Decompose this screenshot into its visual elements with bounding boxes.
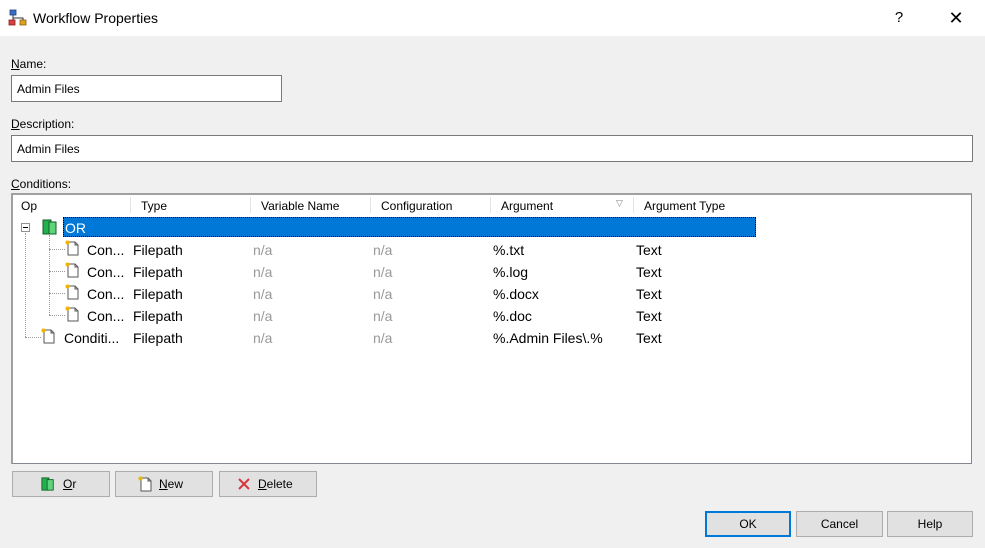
row-variable-name: n/a [253, 330, 273, 346]
row-type: Filepath [133, 264, 183, 280]
new-document-icon [65, 262, 79, 278]
tree-row-op: Con... [87, 242, 125, 258]
table-row[interactable]: Con... Filepath n/a n/a %.txt Text [13, 238, 971, 260]
conditions-label: Conditions: [11, 177, 72, 191]
cancel-button[interactable]: Cancel [796, 511, 883, 537]
workflow-icon [8, 9, 27, 26]
delete-x-icon [238, 478, 250, 490]
tree-row-op: Conditi... [64, 330, 120, 346]
row-argument-type: Text [636, 242, 662, 258]
description-field[interactable]: Admin Files [11, 135, 973, 162]
new-button-label: New [159, 477, 184, 491]
row-type: Filepath [133, 242, 183, 258]
row-configuration: n/a [373, 330, 393, 346]
tree-row-op: Con... [87, 264, 125, 280]
or-button-label: Or [63, 477, 77, 491]
row-configuration: n/a [373, 264, 393, 280]
row-argument: %.txt [493, 242, 525, 258]
delete-button[interactable]: Delete [219, 471, 317, 497]
row-type: Filepath [133, 286, 183, 302]
row-variable-name: n/a [253, 264, 273, 280]
new-document-icon [65, 240, 79, 256]
row-argument-type: Text [636, 308, 662, 324]
row-variable-name: n/a [253, 242, 273, 258]
help-button[interactable]: Help [887, 511, 973, 537]
tree-row-op: Con... [87, 308, 125, 324]
row-argument: %.docx [493, 286, 539, 302]
header-divider [130, 197, 131, 213]
sort-descending-icon: ▽ [616, 198, 623, 208]
row-configuration: n/a [373, 308, 393, 324]
column-header-argument-type[interactable]: Argument Type [644, 199, 725, 213]
or-gate-icon [41, 477, 54, 491]
row-argument-type: Text [636, 286, 662, 302]
row-configuration: n/a [373, 242, 393, 258]
row-type: Filepath [133, 308, 183, 324]
window-title: Workflow Properties [33, 10, 159, 26]
row-configuration: n/a [373, 286, 393, 302]
row-variable-name: n/a [253, 286, 273, 302]
tree-row-or[interactable]: OR [13, 216, 971, 238]
tree-header: Op Type Variable Name Configuration Argu… [13, 195, 755, 215]
row-argument: %.doc [493, 308, 532, 324]
new-document-icon [41, 328, 55, 344]
row-type: Filepath [133, 330, 183, 346]
table-row[interactable]: Con... Filepath n/a n/a %.doc Text [13, 304, 971, 326]
conditions-tree[interactable]: Op Type Variable Name Configuration Argu… [11, 193, 972, 464]
header-divider [250, 197, 251, 213]
row-argument: %.Admin Files\.% [493, 330, 603, 346]
header-divider [370, 197, 371, 213]
or-gate-icon [42, 219, 57, 235]
tree-row-op: Con... [87, 286, 125, 302]
selection-highlight [63, 217, 756, 237]
row-variable-name: n/a [253, 308, 273, 324]
column-header-argument[interactable]: Argument [501, 199, 553, 213]
column-header-op[interactable]: Op [21, 199, 37, 213]
or-button[interactable]: Or [12, 471, 110, 497]
description-label: Description: [11, 117, 75, 131]
row-argument: %.log [493, 264, 529, 280]
row-argument-type: Text [636, 330, 662, 346]
collapse-toggle-icon[interactable] [21, 223, 30, 232]
new-document-icon [65, 284, 79, 300]
name-field[interactable]: Admin Files [11, 75, 282, 102]
column-header-type[interactable]: Type [141, 199, 167, 213]
header-divider [490, 197, 491, 213]
ok-button[interactable]: OK [705, 511, 791, 537]
help-title-button[interactable]: ? [876, 0, 922, 36]
row-argument-type: Text [636, 264, 662, 280]
column-header-configuration[interactable]: Configuration [381, 199, 452, 213]
table-row[interactable]: Conditi... Filepath n/a n/a %.Admin File… [13, 326, 971, 348]
table-row[interactable]: Con... Filepath n/a n/a %.log Text [13, 260, 971, 282]
new-document-icon [65, 306, 79, 322]
tree-row-op: OR [65, 220, 86, 236]
column-header-variable-name[interactable]: Variable Name [261, 199, 339, 213]
new-document-icon [138, 476, 152, 492]
new-button[interactable]: New [115, 471, 213, 497]
close-button[interactable]: ✕ [933, 0, 979, 36]
title-bar: Workflow Properties ? ✕ [0, 0, 985, 36]
name-label: Name: [11, 57, 47, 71]
header-divider [633, 197, 634, 213]
table-row[interactable]: Con... Filepath n/a n/a %.docx Text [13, 282, 971, 304]
delete-button-label: Delete [258, 477, 293, 491]
